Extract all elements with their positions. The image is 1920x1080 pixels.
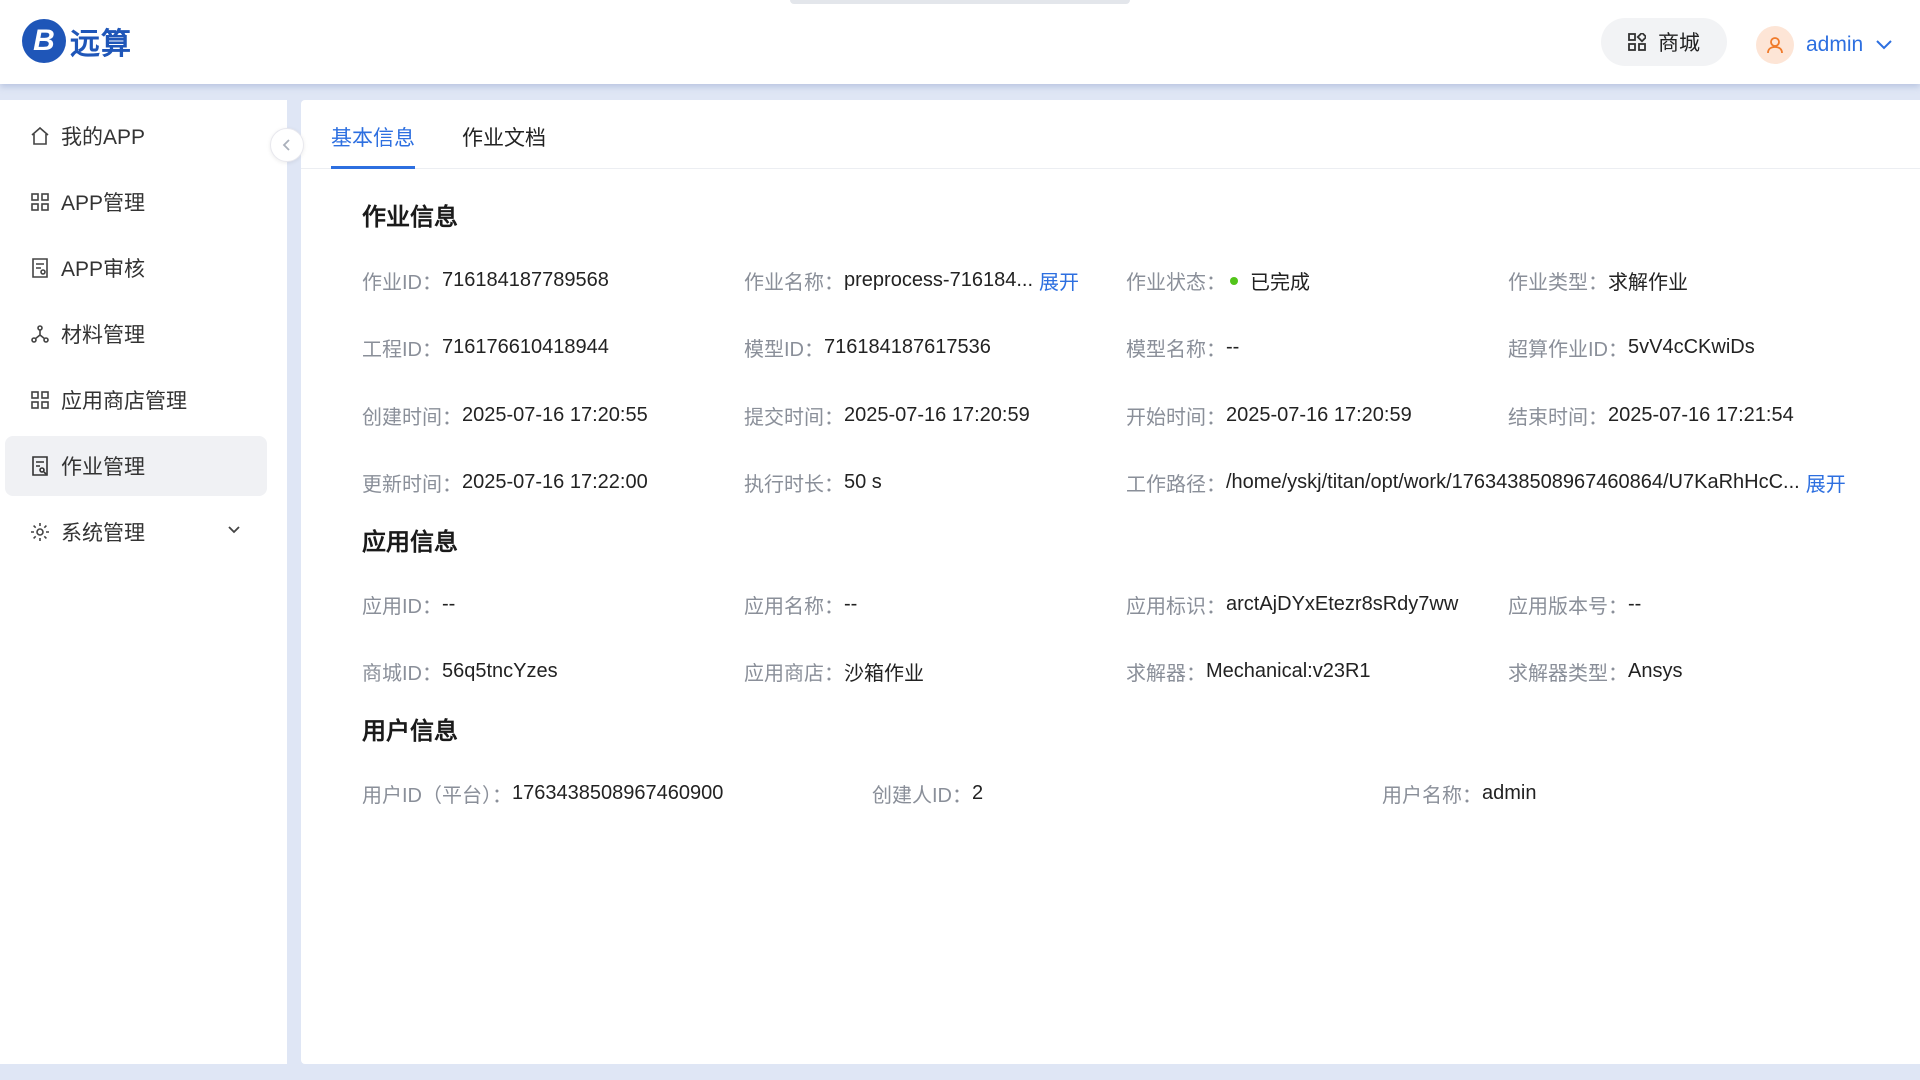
field-job-status: 作业状态： 已完成 (1126, 266, 1310, 295)
tab-job-documents[interactable]: 作业文档 (462, 122, 546, 168)
logo-text: 远算 (70, 28, 132, 61)
grid-icon (29, 191, 51, 213)
tab-bar: 基本信息 作业文档 (301, 100, 1920, 169)
sidebar-item-label: 材料管理 (61, 324, 145, 347)
tab-basic-info[interactable]: 基本信息 (331, 122, 415, 169)
nodes-icon (29, 323, 51, 345)
field-solver-type: 求解器类型： Ansys (1508, 660, 1683, 685)
field-app-store: 应用商店： 沙箱作业 (744, 663, 924, 685)
sidebar-item-label: APP审核 (61, 258, 146, 281)
apps-grid-icon (1628, 33, 1646, 51)
field-job-name: 作业名称： preprocess-716184... 展开 (744, 266, 1079, 295)
field-app-id: 应用ID： -- (362, 593, 456, 618)
status-dot (1230, 276, 1238, 285)
field-model-id: 模型ID： 716184187617536 (744, 336, 991, 361)
sidebar-item-label: 作业管理 (61, 456, 145, 479)
sidebar: 我的APP APP管理 APP审核 材料管理 应用商店管理 作业管理 系统管理 (0, 100, 287, 1064)
sidebar-item-app-management[interactable]: APP管理 (5, 172, 267, 232)
field-app-key: 应用标识： arctAjDYxEtezr8sRdy7ww (1126, 593, 1459, 618)
job-doc-icon (29, 455, 51, 477)
field-creator-id: 创建人ID： 2 (872, 782, 984, 807)
section-title-user-info: 用户信息 (362, 718, 458, 745)
logo-mark: B (22, 19, 66, 63)
sidebar-item-materials[interactable]: 材料管理 (5, 304, 267, 364)
field-platform-user-id: 用户ID（平台）： 1763438508967460900 (362, 782, 724, 807)
field-created-time: 创建时间： 2025-07-16 17:20:55 (362, 404, 648, 429)
field-mall-id: 商城ID： 56q5tncYzes (362, 660, 558, 685)
audit-doc-icon (29, 257, 51, 279)
sidebar-item-label: APP管理 (61, 192, 146, 215)
field-submitted-time: 提交时间： 2025-07-16 17:20:59 (744, 404, 1030, 429)
store-button[interactable]: 商城 (1601, 18, 1727, 66)
field-app-version: 应用版本号： -- (1508, 593, 1642, 618)
chevron-down-icon (1875, 39, 1893, 51)
field-model-name: 模型名称： -- (1126, 336, 1240, 361)
field-user-name: 用户名称： admin (1382, 782, 1537, 807)
field-job-id: 作业ID： 716184187789568 (362, 269, 609, 294)
field-project-id: 工程ID： 716176610418944 (362, 336, 609, 361)
sidebar-item-label: 应用商店管理 (61, 390, 187, 413)
job-name-expand-link[interactable]: 展开 (1039, 266, 1079, 295)
top-bar: B 远算 商城 admin (0, 0, 1920, 84)
user-menu[interactable]: admin (1756, 26, 1893, 64)
home-icon (29, 125, 51, 147)
sidebar-item-label: 我的APP (61, 126, 146, 149)
username: admin (1806, 33, 1864, 56)
user-icon (1767, 37, 1783, 54)
chevron-down-icon (227, 522, 241, 540)
grid-icon (29, 389, 51, 411)
field-duration: 执行时长： 50 s (744, 471, 882, 496)
sidebar-collapse-button[interactable] (270, 128, 304, 162)
field-app-name: 应用名称： -- (744, 593, 858, 618)
field-updated-time: 更新时间： 2025-07-16 17:22:00 (362, 471, 648, 496)
status-badge: 已完成 (1250, 272, 1310, 294)
section-title-job-info: 作业信息 (362, 204, 458, 231)
sidebar-item-my-app[interactable]: 我的APP (5, 106, 267, 166)
work-path-expand-link[interactable]: 展开 (1806, 468, 1846, 497)
top-bar-highlight (790, 0, 1130, 4)
store-button-label: 商城 (1658, 32, 1700, 55)
sidebar-item-app-store-management[interactable]: 应用商店管理 (5, 370, 267, 430)
sidebar-item-label: 系统管理 (61, 522, 145, 545)
sidebar-item-app-review[interactable]: APP审核 (5, 238, 267, 298)
field-job-type: 作业类型： 求解作业 (1508, 272, 1688, 294)
field-end-time: 结束时间： 2025-07-16 17:21:54 (1508, 404, 1794, 429)
sidebar-item-system-management[interactable]: 系统管理 (5, 502, 267, 562)
avatar (1756, 26, 1794, 64)
main-panel: 基本信息 作业文档 作业信息 作业ID： 716184187789568 作业名称… (301, 100, 1920, 1064)
logo[interactable]: B 远算 (22, 19, 132, 63)
field-hpc-job-id: 超算作业ID： 5vV4cCKwiDs (1508, 336, 1755, 361)
field-start-time: 开始时间： 2025-07-16 17:20:59 (1126, 404, 1412, 429)
sidebar-item-job-management[interactable]: 作业管理 (5, 436, 267, 496)
field-solver: 求解器： Mechanical:v23R1 (1126, 660, 1371, 685)
section-title-app-info: 应用信息 (362, 529, 458, 556)
field-work-path: 工作路径：/home/yskj/titan/opt/work/176343850… (1126, 468, 1846, 497)
gear-icon (29, 521, 51, 543)
chevron-left-icon (282, 139, 290, 151)
